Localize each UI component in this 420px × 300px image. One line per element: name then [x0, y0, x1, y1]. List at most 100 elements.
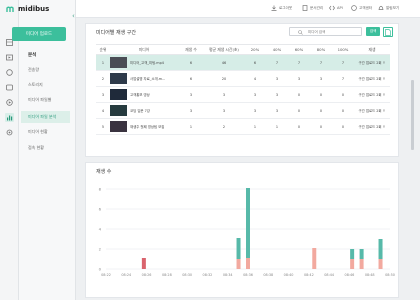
- bar: [246, 188, 250, 258]
- channel-icon[interactable]: [5, 68, 14, 77]
- avg-time-cell: 2: [204, 118, 244, 135]
- table-row[interactable]: 1 미디어_고객_미팅.mp4 6 46 6 7 7 7 7 구간 업로드 2회…: [96, 54, 390, 71]
- p60-cell: 7: [288, 54, 310, 71]
- play-count-chart: 0 2 4 6 8 08:22 08:24 08:26 08:28 08:30 08:32 08:34…: [99, 187, 395, 278]
- x-tick-label: 08:48: [365, 273, 375, 277]
- sidebar-item-transfer[interactable]: 전송량: [28, 67, 39, 73]
- bar: [236, 259, 241, 269]
- x-tick-label: 08:38: [263, 273, 273, 277]
- x-tick-label: 08:26: [142, 273, 152, 277]
- sidebar-item-access-status[interactable]: 접속 현황: [28, 145, 44, 151]
- column-header: 20%: [244, 44, 266, 55]
- search-icon: [298, 29, 303, 35]
- y-tick-label: 8: [99, 187, 102, 192]
- table-row[interactable]: 2 사업설명 자료_소개.m... 6 20 4 3 3 3 7 구간 업로드 …: [96, 70, 390, 87]
- media-icon[interactable]: [5, 53, 14, 62]
- avg-time-cell: 20: [204, 70, 244, 87]
- column-header: 80%: [310, 44, 332, 55]
- table-header-row: 순위 미디어 재생 수 평균 재생 시간(초) 20% 40% 60% 80% …: [96, 44, 390, 55]
- y-tick-label: 4: [99, 227, 102, 232]
- x-tick-label: 08:46: [345, 273, 355, 277]
- rank-cell: 4: [96, 102, 110, 119]
- table-row[interactable]: 3 고객홍보 영상 3 3 3 3 0 0 0 구간 업로드 2회 ↑: [96, 86, 390, 103]
- sidebar-item-media-analysis[interactable]: 미디어 파일 분석: [21, 111, 70, 123]
- media-title[interactable]: 재생주 첫째 영상팀 모집: [130, 125, 164, 129]
- media-title[interactable]: 사업설명 자료_소개.m...: [130, 77, 165, 81]
- export-button[interactable]: [383, 27, 393, 37]
- plays-cell: 3: [178, 102, 204, 119]
- plays-cell: 6: [178, 54, 204, 71]
- media-title[interactable]: 코딩 입문 7강: [130, 109, 150, 113]
- sidebar-collapse-icon[interactable]: ‹: [72, 12, 75, 20]
- upload-media-button[interactable]: 미디어 업로드: [12, 27, 66, 41]
- plays-cell: 1: [178, 118, 204, 135]
- topbar-item-alerts[interactable]: 알림보기: [378, 5, 399, 11]
- rank-cell: 5: [96, 118, 110, 135]
- x-tick-label: 08:24: [121, 273, 131, 277]
- p100-cell: 0: [332, 86, 354, 103]
- media-title[interactable]: 고객홍보 영상: [130, 93, 150, 97]
- media-title[interactable]: 미디어_고객_미팅.mp4: [130, 61, 164, 65]
- segment-upload-link[interactable]: 구간 업로드 2회 ↑: [354, 70, 390, 87]
- column-header: 재생 수: [178, 44, 204, 55]
- p20-cell: 1: [244, 118, 266, 135]
- player-icon[interactable]: [5, 98, 14, 107]
- bar: [246, 258, 250, 269]
- p80-cell: 3: [310, 70, 332, 87]
- table-row[interactable]: 4 코딩 입문 7강 3 3 3 3 0 0 0 구간 업로드 2회 ↑: [96, 102, 390, 119]
- x-tick-label: 08:32: [203, 273, 213, 277]
- media-cell: 사업설명 자료_소개.m...: [110, 70, 178, 87]
- bar: [236, 238, 241, 259]
- bar: [312, 248, 317, 269]
- segment-upload-link[interactable]: 구간 업로드 2회 ↑: [354, 102, 390, 119]
- sidebar-item-media-status[interactable]: 미디어 현황: [28, 129, 48, 135]
- bar: [350, 249, 355, 259]
- x-tick-label: 08:40: [284, 273, 294, 277]
- plays-cell: 6: [178, 70, 204, 87]
- p80-cell: 0: [310, 86, 332, 103]
- column-header: 미디어: [110, 44, 178, 55]
- column-header: 재생: [354, 44, 390, 55]
- settings-icon[interactable]: [5, 128, 14, 137]
- segment-upload-link[interactable]: 구간 업로드 2회 ↑: [354, 118, 390, 135]
- bar: [141, 258, 146, 269]
- p40-cell: 7: [266, 54, 288, 71]
- topbar-item-docs[interactable]: 문서관리: [302, 5, 323, 11]
- analytics-icon[interactable]: [5, 113, 14, 122]
- bar: [378, 239, 383, 259]
- topbar-item-support[interactable]: 고객센터: [351, 5, 372, 11]
- p60-cell: 3: [288, 70, 310, 87]
- brand-name: midibus: [18, 5, 50, 13]
- y-tick-label: 0: [99, 267, 102, 272]
- sidebar-item-storage[interactable]: 스토리지: [28, 82, 43, 88]
- segment-upload-link[interactable]: 구간 업로드 2회 ↑: [354, 86, 390, 103]
- p20-cell: 6: [244, 54, 266, 71]
- p80-cell: 7: [310, 54, 332, 71]
- page-scrollbar[interactable]: [411, 80, 414, 150]
- live-icon[interactable]: [5, 83, 14, 92]
- sidebar-item-media-files[interactable]: 미디어 파일별: [28, 97, 51, 103]
- p60-cell: 0: [288, 86, 310, 103]
- media-cell: 코딩 입문 7강: [110, 102, 178, 119]
- x-tick-label: 08:22: [101, 273, 111, 277]
- topbar-item-api[interactable]: API: [329, 5, 343, 11]
- media-thumbnail: [110, 121, 127, 132]
- p100-cell: 0: [332, 102, 354, 119]
- table-card-title: 미디어별 재생 구간: [96, 30, 136, 36]
- media-thumbnail: [110, 57, 127, 68]
- table-row[interactable]: 5 재생주 첫째 영상팀 모집 1 2 1 1 0 0 0 구간 업로드 2회 …: [96, 118, 390, 135]
- avg-time-cell: 46: [204, 54, 244, 71]
- media-thumbnail: [110, 89, 127, 100]
- topbar-item-logout[interactable]: 로그아웃: [271, 5, 292, 11]
- bell-icon: [378, 5, 384, 10]
- search-box[interactable]: [289, 27, 362, 36]
- column-header: 순위: [96, 44, 110, 55]
- midibus-logo-icon: [6, 6, 14, 12]
- p100-cell: 7: [332, 54, 354, 71]
- p80-cell: 0: [310, 102, 332, 119]
- rank-cell: 1: [96, 54, 110, 71]
- logo[interactable]: midibus: [0, 0, 76, 18]
- search-button[interactable]: 검색: [366, 27, 380, 36]
- segment-upload-link[interactable]: 구간 업로드 2회 ↑: [354, 54, 390, 71]
- p40-cell: 3: [266, 70, 288, 87]
